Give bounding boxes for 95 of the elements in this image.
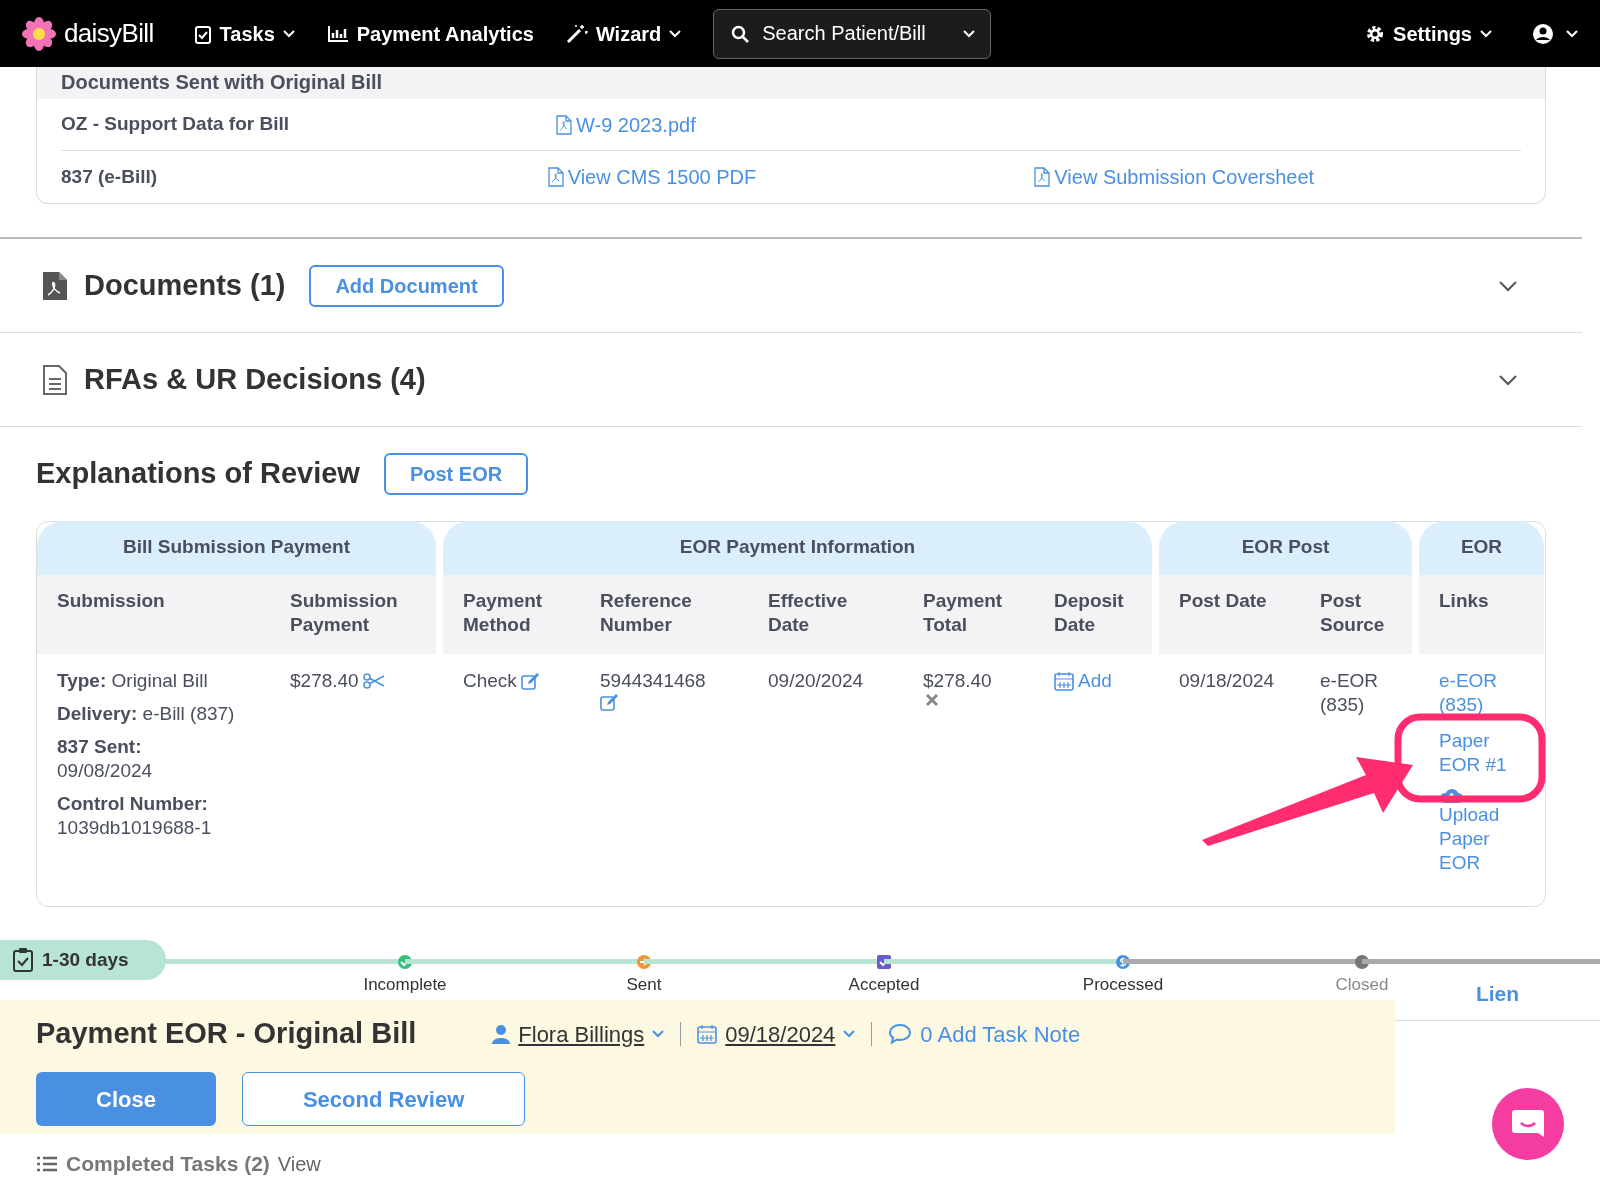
user-icon [492, 1024, 511, 1044]
card-heading: Documents Sent with Original Bill [37, 67, 1545, 99]
close-icon [925, 692, 939, 707]
column-header: Post Source [1319, 588, 1386, 637]
section-title: Explanations of Review [36, 456, 360, 491]
add-link[interactable]: Add [1054, 668, 1132, 693]
cell-text: e-EOR (835) [1320, 669, 1379, 715]
group-header: EOR [1419, 520, 1544, 575]
amount-text: $278.40 [923, 668, 992, 693]
column-header: Effective Date [767, 588, 849, 637]
remove-button[interactable] [925, 692, 939, 707]
amount-text: $278.40 [290, 668, 359, 693]
column-header: Post Date [1178, 588, 1268, 613]
cell-text: 09/18/2024 [1179, 669, 1275, 691]
clipboard-check-icon [12, 947, 34, 973]
caret-icon [843, 1030, 856, 1038]
edit-icon [520, 671, 541, 690]
field-text: Type: Original Bill [57, 668, 209, 693]
caret-icon [1480, 29, 1492, 38]
chevron-down-icon [1498, 279, 1518, 292]
cell-text: Check [463, 668, 517, 693]
magic-wand-icon [565, 23, 588, 44]
edit-button[interactable] [520, 671, 541, 690]
pdf-file-icon [556, 114, 572, 135]
settings-menu[interactable]: Settings [1365, 18, 1492, 49]
caret-icon [1566, 29, 1578, 38]
cell-text: 5944341468 [600, 668, 706, 693]
gear-icon [1365, 23, 1386, 44]
age-text: 1-30 days [42, 947, 129, 972]
column-header: Links [1438, 588, 1490, 613]
add-document-button[interactable]: Add Document [309, 264, 504, 307]
edit-button[interactable] [600, 692, 620, 711]
search-field[interactable]: Search Patient/Bill [713, 8, 992, 59]
logo-text: daisyBill [64, 17, 154, 50]
task-action-button[interactable]: Second Review [241, 1072, 526, 1126]
eor-link[interactable]: e-EOR (835) [1439, 668, 1524, 717]
due-date-dropdown[interactable]: 09/18/2024 [697, 1017, 856, 1051]
scissors-icon [362, 672, 385, 689]
caret-icon [963, 29, 976, 38]
nav-menu[interactable]: Tasks [193, 18, 295, 49]
stage-label: Incomplete [363, 974, 447, 996]
section-title: RFAs & UR Decisions (4) [84, 361, 426, 397]
group-header: Bill Submission Payment [37, 520, 436, 575]
view-link[interactable]: View [277, 1148, 321, 1179]
document-icon [42, 364, 68, 395]
lien-tab[interactable]: Lien [1395, 967, 1600, 1021]
caret-icon [652, 1030, 665, 1038]
stage-label: Closed [1335, 974, 1389, 996]
task-action-button[interactable]: Close [36, 1072, 216, 1126]
assignee-dropdown[interactable]: Flora Billings [492, 1017, 665, 1051]
column-header: Submission Payment [289, 588, 399, 637]
column-header: Payment Total [922, 588, 1004, 637]
document-link[interactable]: View CMS 1500 PDF [547, 162, 1035, 192]
nav-menu[interactable]: Wizard [565, 18, 682, 49]
speech-bubble-icon [888, 1023, 913, 1045]
field-text: Delivery: e-Bill (837) [57, 701, 236, 726]
column-header: Payment Method [462, 588, 544, 637]
cell-text: 09/20/2024 [768, 669, 864, 691]
bar-chart-icon [326, 24, 349, 43]
split-button[interactable] [362, 672, 385, 689]
document-link[interactable]: View Submission Coversheet [1034, 162, 1521, 192]
user-circle-icon [1532, 22, 1554, 45]
task-title: Payment EOR - Original Bill [36, 1016, 417, 1052]
stage-label: Accepted [848, 974, 920, 996]
group-header: EOR Payment Information [443, 520, 1152, 575]
upload-link[interactable]: Upload Paper EOR [1439, 802, 1524, 875]
calendar-icon [697, 1024, 718, 1044]
field-text: Control Number: 1039db1019688-1 [57, 791, 213, 840]
column-header: Reference Number [599, 588, 693, 637]
document-name: OZ - Support Data for Bill [61, 112, 290, 137]
add-task-note-link[interactable]: 0 Add Task Note [888, 1017, 1081, 1051]
document-name: 837 (e-Bill) [61, 164, 159, 189]
pdf-file-icon [42, 270, 68, 301]
chevron-down-icon [1498, 373, 1518, 386]
search-icon [731, 24, 750, 43]
clipboard-check-icon [193, 23, 212, 44]
edit-icon [600, 692, 620, 711]
account-menu[interactable] [1532, 22, 1578, 45]
calendar-icon [1054, 670, 1074, 691]
column-header: Submission [56, 588, 166, 613]
list-icon [36, 1155, 58, 1172]
section-title: Documents (1) [84, 267, 286, 303]
group-header: EOR Post [1159, 520, 1412, 575]
field-text: 837 Sent: 09/08/2024 [57, 734, 154, 783]
chat-icon [1511, 1108, 1545, 1140]
stage-label: Sent [626, 974, 662, 996]
document-link[interactable]: W-9 2023.pdf [556, 109, 1051, 140]
column-header: Deposit Date [1053, 588, 1125, 637]
nav-menu[interactable]: Payment Analytics [326, 18, 534, 49]
stage-label: Processed [1082, 974, 1164, 996]
post-eor-button[interactable]: Post EOR [383, 452, 529, 495]
completed-tasks-label: Completed Tasks (2) [66, 1151, 270, 1177]
pdf-file-icon [1034, 167, 1051, 187]
daisy-flower-icon [22, 16, 56, 51]
pdf-file-icon [547, 167, 564, 187]
